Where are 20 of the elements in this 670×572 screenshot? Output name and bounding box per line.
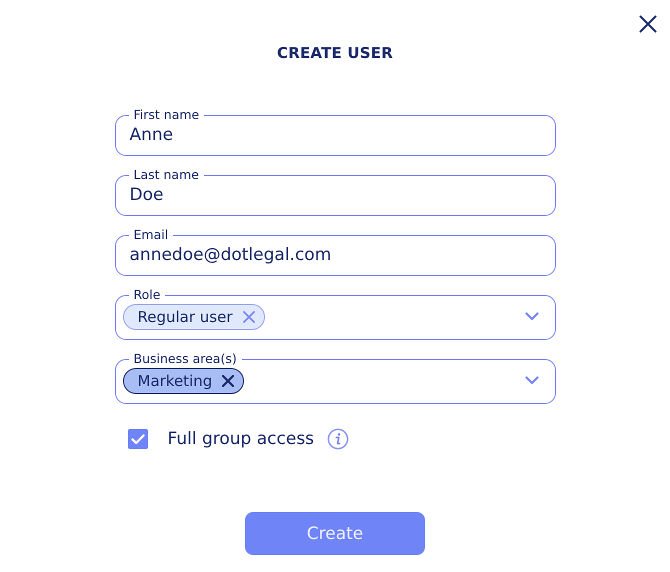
checkmark-icon xyxy=(130,434,144,444)
chevron-down-icon[interactable] xyxy=(524,376,538,385)
info-icon[interactable] xyxy=(327,428,350,450)
field-label: Business area(s) xyxy=(132,352,238,366)
field-label: Role xyxy=(132,288,162,302)
remove-icon[interactable] xyxy=(222,375,234,387)
select-field[interactable]: Business area(s) Marketing xyxy=(114,352,556,404)
input-field[interactable]: First name Anne xyxy=(114,108,556,156)
select-field[interactable]: Role Regular user xyxy=(114,288,556,340)
field-label: First name xyxy=(132,108,200,122)
chevron-down-icon[interactable] xyxy=(524,312,538,321)
input-field[interactable]: Email annedoe@dotlegal.com xyxy=(114,228,556,276)
field-label: Email xyxy=(132,228,170,242)
chip[interactable]: Marketing xyxy=(122,368,244,394)
chip[interactable]: Regular user xyxy=(122,304,265,330)
field-label: Last name xyxy=(132,168,200,182)
checkbox[interactable] xyxy=(128,429,148,449)
dialog-title: CREATE USER xyxy=(277,44,393,62)
checkbox-label: Full group access xyxy=(168,429,314,449)
input-field[interactable]: Last name Doe xyxy=(114,168,556,216)
